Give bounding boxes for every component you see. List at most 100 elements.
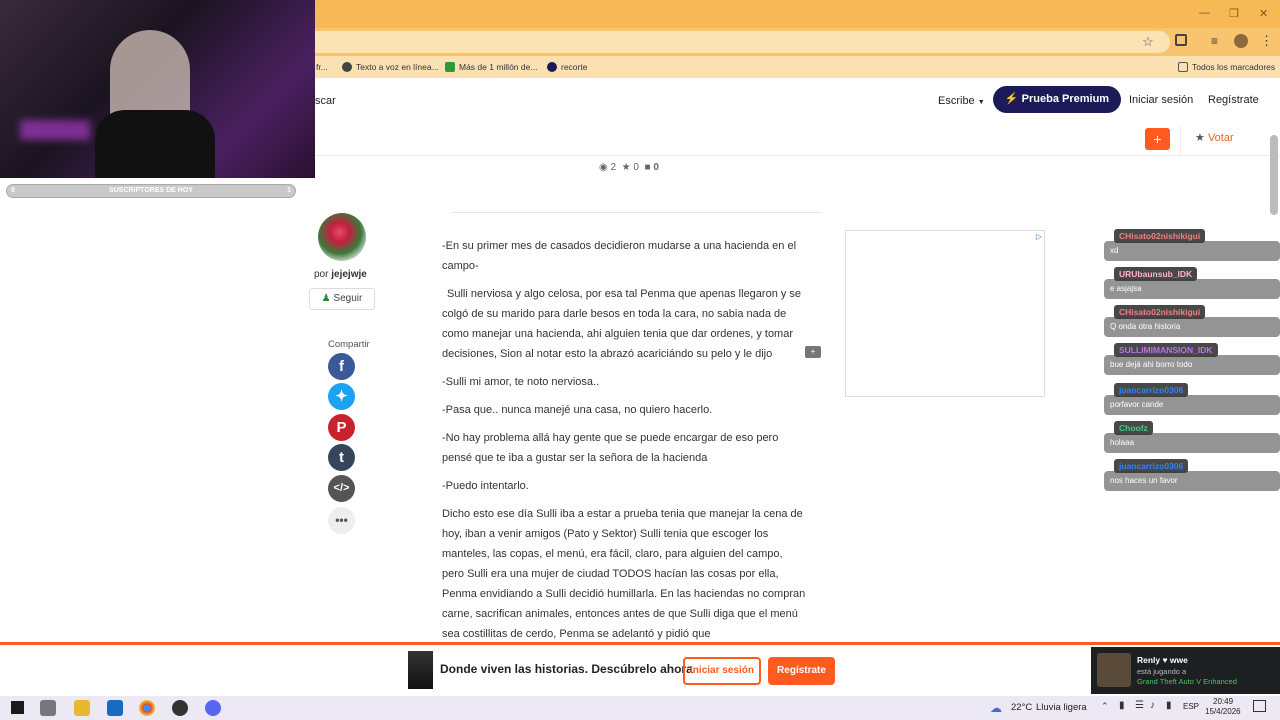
- chevron-up-icon[interactable]: ⌃: [1101, 701, 1109, 712]
- adchoices-icon[interactable]: ▷: [1036, 232, 1042, 241]
- scrollbar-thumb[interactable]: [1270, 135, 1278, 215]
- add-user-icon: ♟: [321, 293, 331, 304]
- paragraph: -En su primer mes de casados decidieron …: [442, 240, 797, 272]
- obs-icon[interactable]: [172, 700, 188, 716]
- discord-icon[interactable]: [205, 700, 221, 716]
- story-text: -En su primer mes de casados decidieron …: [442, 236, 807, 652]
- weather-icon: ☁: [990, 701, 1002, 715]
- login-link[interactable]: Iniciar sesión: [1129, 94, 1193, 106]
- calculator-icon[interactable]: [107, 700, 123, 716]
- clock-date[interactable]: 15/4/2026: [1205, 707, 1241, 716]
- notification-user: Renly ♥ wwe: [1137, 655, 1188, 665]
- task-view-icon[interactable]: [40, 700, 56, 716]
- embed-icon[interactable]: </>: [328, 475, 355, 502]
- banner-text: Donde viven las historias. Descúbrelo ah…: [440, 662, 693, 676]
- subscribers-count: 0: [11, 187, 15, 194]
- twitter-icon[interactable]: ✦: [328, 383, 355, 410]
- author-byline: por jejejwje: [314, 269, 367, 280]
- follow-button[interactable]: ♟ Seguir: [309, 288, 375, 310]
- maximize-icon[interactable]: ❐: [1229, 7, 1239, 20]
- eye-icon: ◉: [599, 162, 608, 173]
- chat-message: bue dejá ahi borro todo: [1104, 355, 1280, 375]
- notification-line: está jugando a: [1137, 667, 1187, 676]
- chrome-icon[interactable]: [139, 700, 155, 716]
- paragraph: Dicho esto ese día Sulli iba a estar a p…: [442, 508, 806, 640]
- chat-message: porfavor cande: [1104, 395, 1280, 415]
- subscribers-label: SUSCRIPTORES DE HOY: [109, 187, 193, 194]
- notification-game: Grand Theft Auto V Enhanced: [1137, 677, 1237, 686]
- notifications-icon[interactable]: [1253, 700, 1266, 712]
- chat-message: nos haces un favor: [1104, 471, 1280, 491]
- close-icon[interactable]: ✕: [1259, 7, 1268, 20]
- add-to-list-button[interactable]: +: [1145, 128, 1170, 150]
- tumblr-icon[interactable]: t: [328, 444, 355, 471]
- all-bookmarks[interactable]: Todos los marcadores: [1178, 62, 1275, 72]
- banner-thumbnail: [408, 651, 433, 689]
- bookmark-icon: [445, 62, 455, 72]
- paragraph: -No hay problema allá hay gente que se p…: [442, 432, 779, 464]
- bookmark-item[interactable]: Más de 1 millón de...: [445, 62, 537, 72]
- language-indicator[interactable]: ESP: [1183, 702, 1199, 711]
- vote-button[interactable]: ★ Votar: [1180, 126, 1270, 154]
- story-stats: ◉ 2 ★ 0 ■ 0: [599, 162, 659, 173]
- file-explorer-icon[interactable]: [74, 700, 90, 716]
- clock-time[interactable]: 20:49: [1213, 697, 1233, 706]
- notification-avatar: [1097, 653, 1131, 687]
- paragraph: -Pasa que.. nunca manejé una casa, no qu…: [442, 404, 713, 416]
- pinterest-icon[interactable]: P: [328, 414, 355, 441]
- profile-avatar[interactable]: [1234, 34, 1248, 48]
- votes-count: 0: [633, 162, 639, 173]
- banner-register-button[interactable]: Regístrate: [768, 657, 835, 685]
- subscribers-goal-bar: 0 SUSCRIPTORES DE HOY 1: [6, 184, 296, 198]
- views-count: 2: [610, 162, 617, 173]
- comments-count: 0: [653, 162, 659, 173]
- streamer-body: [95, 110, 215, 178]
- bookmark-icon: [547, 62, 557, 72]
- minimize-icon[interactable]: —: [1199, 7, 1210, 19]
- chat-message: holaaa: [1104, 433, 1280, 453]
- paragraph: Sulli nerviosa y algo celosa, por esa ta…: [442, 288, 802, 360]
- more-share-icon[interactable]: •••: [328, 507, 355, 534]
- star-icon[interactable]: ☆: [1142, 34, 1154, 50]
- webcam-overlay: [0, 0, 315, 178]
- chat-message: xd: [1104, 241, 1280, 261]
- star-icon: ★: [1195, 132, 1205, 144]
- author-username[interactable]: jejejwje: [331, 269, 367, 280]
- inline-comment-icon[interactable]: +: [805, 346, 821, 358]
- divider: [452, 212, 822, 213]
- folder-icon: [1178, 62, 1188, 72]
- menu-icon[interactable]: ⋮: [1260, 33, 1273, 49]
- weather-desc[interactable]: Lluvia ligera: [1036, 702, 1087, 713]
- weather-temp[interactable]: 22°C: [1011, 702, 1032, 713]
- star-icon: ★: [621, 162, 631, 173]
- bookmark-item[interactable]: recorte: [547, 62, 587, 72]
- extensions-icon[interactable]: [1175, 34, 1187, 46]
- address-bar[interactable]: [230, 31, 1170, 53]
- paragraph: -Puedo intentarlo.: [442, 480, 529, 492]
- volume-icon[interactable]: ♪: [1150, 700, 1155, 711]
- register-link[interactable]: Regístrate: [1208, 94, 1259, 106]
- write-menu[interactable]: Escribe ▼: [938, 95, 985, 107]
- windows-start-icon[interactable]: [11, 701, 24, 714]
- bookmark-item[interactable]: Texto a voz en línea...: [342, 62, 439, 72]
- search-link[interactable]: scar: [315, 95, 336, 107]
- share-label: Compartir: [328, 339, 370, 350]
- bookmark-icon: [342, 62, 352, 72]
- game-notification: Renly ♥ wwe está jugando a Grand Theft A…: [1091, 647, 1280, 694]
- media-icon[interactable]: ≡: [1211, 34, 1218, 48]
- comment-icon: ■: [644, 162, 651, 173]
- site-header: [315, 78, 1280, 156]
- taskbar: ☁ 22°C Lluvia ligera ⌃ ▮ ☰ ♪ ▮ ESP 20:49…: [0, 696, 1280, 720]
- paragraph: -Sulli mi amor, te noto nerviosa..: [442, 376, 600, 388]
- facebook-icon[interactable]: f: [328, 353, 355, 380]
- banner-login-button[interactable]: Iniciar sesión: [683, 657, 761, 685]
- subscribers-goal: 1: [287, 187, 291, 194]
- wifi-icon[interactable]: ☰: [1135, 700, 1144, 711]
- author-avatar[interactable]: [318, 213, 366, 261]
- microphone-icon[interactable]: ▮: [1119, 700, 1125, 711]
- bookmark-item[interactable]: fr...: [316, 62, 328, 72]
- chat-message: e asjajsa: [1104, 279, 1280, 299]
- battery-icon[interactable]: ▮: [1166, 700, 1172, 711]
- ad-placeholder: ▷: [845, 230, 1045, 397]
- premium-button[interactable]: ⚡ Prueba Premium: [993, 86, 1121, 113]
